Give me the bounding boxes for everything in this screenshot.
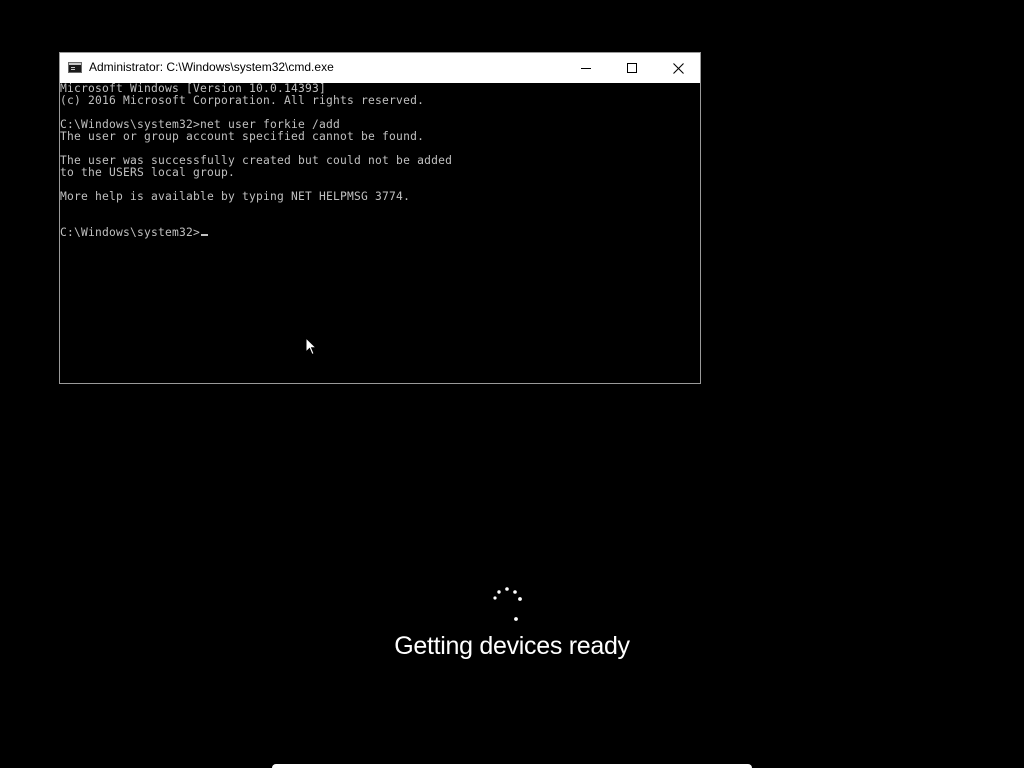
console-line: (c) 2016 Microsoft Corporation. All righ…	[60, 94, 425, 107]
console-line: to the USERS local group.	[60, 166, 236, 179]
bottom-panel-edge	[272, 764, 752, 768]
cmd-app-icon[interactable]	[68, 62, 82, 73]
mouse-pointer-icon	[305, 337, 317, 356]
console-prompt: C:\Windows\system32>	[60, 226, 201, 239]
setup-screen: Administrator: C:\Windows\system32\cmd.e…	[0, 0, 1024, 768]
close-icon	[672, 62, 684, 74]
title-bar[interactable]: Administrator: C:\Windows\system32\cmd.e…	[60, 53, 700, 83]
loading-spinner-icon	[493, 587, 522, 621]
console-line: More help is available by typing NET HEL…	[60, 190, 411, 203]
close-button[interactable]	[655, 53, 701, 83]
maximize-button[interactable]	[609, 53, 655, 83]
console-line: The user or group account specified cann…	[60, 130, 425, 143]
minimize-button[interactable]	[563, 53, 609, 83]
minimize-icon	[581, 68, 591, 69]
cmd-window[interactable]: Administrator: C:\Windows\system32\cmd.e…	[59, 52, 701, 384]
setup-status-text: Getting devices ready	[394, 632, 630, 660]
console-output[interactable]: Microsoft Windows [Version 10.0.14393] (…	[60, 83, 700, 383]
console-prompt-line[interactable]: C:\Windows\system32>	[60, 226, 209, 239]
maximize-icon	[627, 63, 637, 73]
text-caret	[201, 234, 209, 236]
window-title: Administrator: C:\Windows\system32\cmd.e…	[89, 60, 334, 74]
